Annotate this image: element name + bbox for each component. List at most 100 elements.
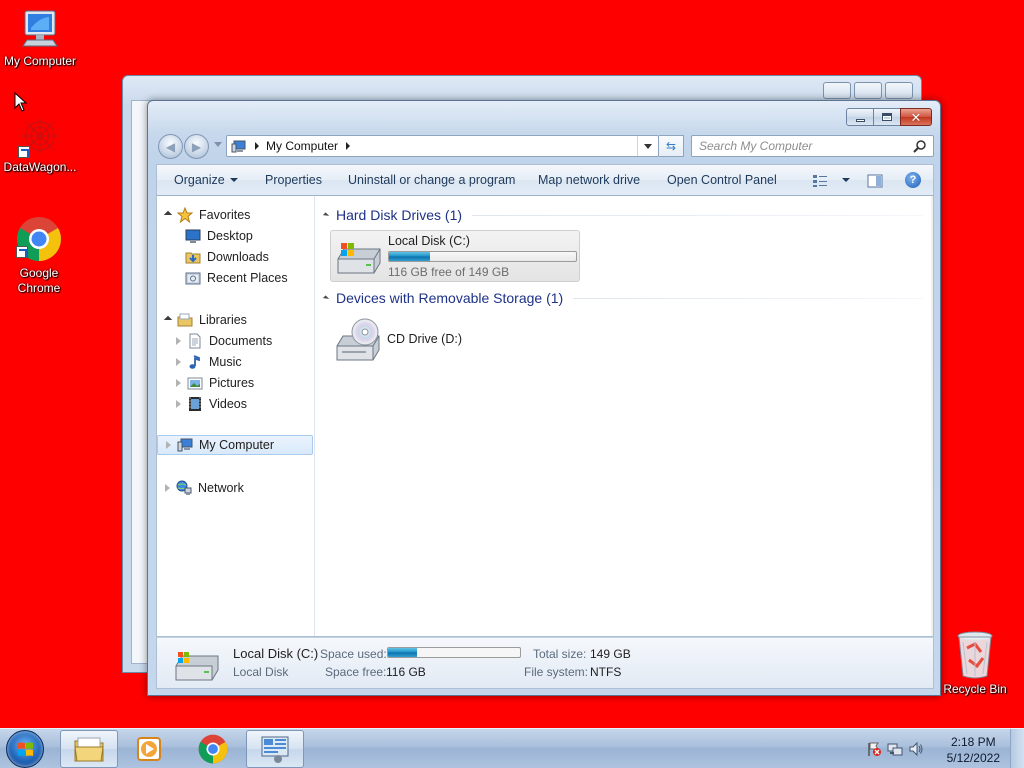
organize-label: Organize xyxy=(174,173,225,187)
tree-item-libraries[interactable]: Libraries xyxy=(163,310,247,330)
breadcrumb-my-computer[interactable]: My Computer xyxy=(266,139,338,153)
forward-arrow-icon: ▶ xyxy=(191,139,202,154)
tree-item-videos[interactable]: Videos xyxy=(176,394,247,414)
tree-item-documents[interactable]: Documents xyxy=(176,331,272,351)
minimize-button[interactable] xyxy=(846,108,874,126)
tree-item-desktop[interactable]: Desktop xyxy=(185,226,253,246)
tree-item-label: Favorites xyxy=(199,208,251,222)
help-icon[interactable]: ? xyxy=(905,172,921,188)
chevron-down-icon xyxy=(229,178,238,182)
maximize-button[interactable] xyxy=(854,82,882,99)
star-icon xyxy=(177,207,193,223)
media-player-icon xyxy=(137,737,161,761)
expand-icon[interactable] xyxy=(163,210,173,220)
refresh-button[interactable]: ⇆ xyxy=(659,135,684,157)
tree-item-recent-places[interactable]: Recent Places xyxy=(185,268,288,288)
organize-menu[interactable]: Organize xyxy=(174,173,238,187)
close-button[interactable]: ✕ xyxy=(900,108,932,126)
network-status-icon[interactable] xyxy=(887,741,903,757)
back-arrow-icon: ◀ xyxy=(165,139,176,154)
tree-item-label: Music xyxy=(209,355,242,369)
volume-icon[interactable] xyxy=(908,741,924,757)
start-button[interactable] xyxy=(6,730,44,768)
tree-item-label: Libraries xyxy=(199,313,247,327)
chevron-down-icon xyxy=(842,178,850,182)
drive-local-disk-c[interactable]: Local Disk (C:) 116 GB free of 149 GB xyxy=(330,230,580,282)
expand-icon[interactable] xyxy=(166,441,171,449)
collapse-icon[interactable] xyxy=(322,211,330,219)
desktop-icon-recycle-bin[interactable]: Recycle Bin xyxy=(935,630,1015,697)
close-icon: ✕ xyxy=(910,109,922,125)
group-header-removable-storage[interactable]: Devices with Removable Storage (1) xyxy=(322,288,923,308)
tree-item-network[interactable]: Network xyxy=(165,478,244,498)
forward-button[interactable]: ▶ xyxy=(184,134,209,159)
tree-item-downloads[interactable]: Downloads xyxy=(185,247,269,267)
tree-item-music[interactable]: Music xyxy=(176,352,242,372)
scrollbar[interactable] xyxy=(931,196,933,636)
maximize-button[interactable] xyxy=(873,108,901,126)
show-desktop-button[interactable] xyxy=(1010,729,1024,768)
drive-name: CD Drive (D:) xyxy=(387,332,462,346)
expand-icon[interactable] xyxy=(176,358,181,366)
shortcut-arrow-icon xyxy=(18,146,30,158)
taskbar: 2:18 PM 5/12/2022 xyxy=(0,728,1024,768)
expand-icon[interactable] xyxy=(165,484,170,492)
taskbar-media-player-button[interactable] xyxy=(120,730,178,768)
minimize-icon xyxy=(855,119,865,122)
taskbar-network-config-button[interactable] xyxy=(246,730,304,768)
chrome-icon xyxy=(16,216,62,264)
search-icon[interactable] xyxy=(913,139,927,153)
expand-icon[interactable] xyxy=(176,400,181,408)
shortcut-arrow-icon xyxy=(16,246,28,258)
total-size-value: 149 GB xyxy=(590,647,631,661)
minimize-button[interactable] xyxy=(823,82,851,99)
expand-icon[interactable] xyxy=(163,315,173,325)
address-history-dropdown[interactable] xyxy=(644,144,652,149)
tree-item-favorites[interactable]: Favorites xyxy=(163,205,251,225)
desktop-icon-datawagon[interactable]: DataWagon... xyxy=(0,116,80,175)
change-view-icon[interactable] xyxy=(812,174,828,188)
window-controls: ✕ xyxy=(846,108,932,126)
desktop-icon-label: My Computer xyxy=(3,54,77,68)
collapse-icon[interactable] xyxy=(322,294,330,302)
space-free-value: 116 GB xyxy=(386,665,426,679)
computer-icon xyxy=(19,8,61,52)
desktop-icon-google-chrome[interactable]: Google Chrome xyxy=(0,216,79,296)
documents-icon xyxy=(189,333,201,349)
system-tray: 2:18 PM 5/12/2022 xyxy=(854,729,1024,768)
tree-item-pictures[interactable]: Pictures xyxy=(176,373,254,393)
breadcrumb-separator-icon[interactable] xyxy=(255,142,259,150)
map-network-drive-button[interactable]: Map network drive xyxy=(538,173,640,187)
content-pane: Hard Disk Drives (1) Local Disk (C:) 116… xyxy=(316,196,933,636)
properties-button[interactable]: Properties xyxy=(265,173,322,187)
expand-icon[interactable] xyxy=(176,379,181,387)
taskbar-chrome-button[interactable] xyxy=(184,730,242,768)
drive-cd-d[interactable]: CD Drive (D:) xyxy=(330,314,580,366)
preview-pane-icon[interactable] xyxy=(867,174,883,188)
group-header-hard-disk-drives[interactable]: Hard Disk Drives (1) xyxy=(322,205,923,225)
chrome-icon xyxy=(198,734,228,764)
hard-drive-icon xyxy=(337,243,381,274)
tree-item-my-computer[interactable]: My Computer xyxy=(157,435,313,455)
hard-drive-icon xyxy=(175,652,219,681)
recent-pages-dropdown[interactable] xyxy=(214,142,222,147)
recycle-bin-icon xyxy=(955,630,995,680)
back-button[interactable]: ◀ xyxy=(158,134,183,159)
uninstall-program-button[interactable]: Uninstall or change a program xyxy=(348,173,515,187)
clock-time: 2:18 PM xyxy=(950,735,996,749)
action-center-flag-icon[interactable] xyxy=(866,741,882,757)
breadcrumb-separator-icon[interactable] xyxy=(346,142,351,150)
address-bar[interactable]: My Computer xyxy=(226,135,659,157)
expand-icon[interactable] xyxy=(176,337,181,345)
desktop-icon-my-computer[interactable]: My Computer xyxy=(0,8,80,69)
search-input[interactable]: Search My Computer xyxy=(691,135,934,157)
file-system-label: File system: xyxy=(524,665,589,679)
taskbar-explorer-button[interactable] xyxy=(60,730,118,768)
system-clock[interactable]: 2:18 PM 5/12/2022 xyxy=(947,734,1000,766)
group-header-label: Devices with Removable Storage (1) xyxy=(336,290,564,306)
close-button[interactable] xyxy=(885,82,913,99)
tree-item-label: Pictures xyxy=(209,376,255,390)
explorer-window[interactable]: ✕ ◀ ▶ My Computer ⇆ Search My Computer O… xyxy=(147,100,941,696)
open-control-panel-button[interactable]: Open Control Panel xyxy=(667,173,777,187)
view-options-dropdown[interactable] xyxy=(837,173,850,187)
